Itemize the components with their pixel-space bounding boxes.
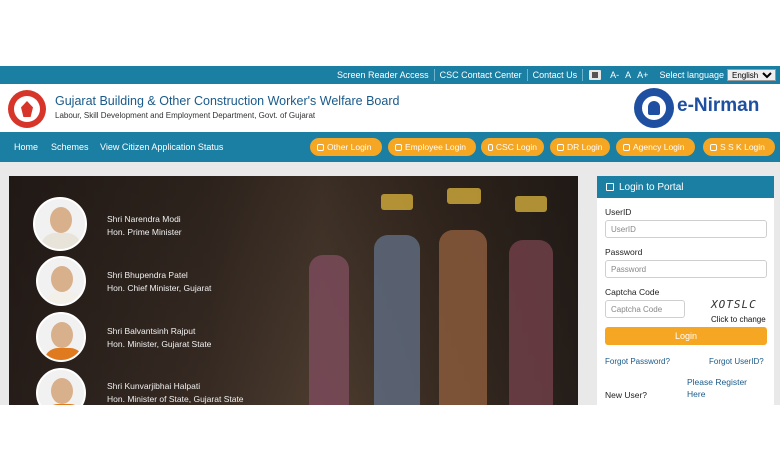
org-title: Gujarat Building & Other Construction Wo… [55, 94, 400, 108]
employee-login-button[interactable]: Employee Login [388, 138, 476, 156]
leader-name: Shri Balvantsinh Rajput [107, 326, 196, 336]
csc-contact-link[interactable]: CSC Contact Center [435, 69, 528, 81]
ssk-login-button[interactable]: S S K Login [703, 138, 775, 156]
leader-attire [41, 233, 81, 249]
leader-title: Hon. Minister, Gujarat State [107, 339, 212, 349]
leader-photo-avatar [36, 312, 86, 362]
sign-in-icon [606, 183, 614, 191]
agency-login-label: Agency Login [633, 142, 685, 152]
password-label: Password [605, 247, 643, 257]
leader-face [51, 378, 73, 404]
userid-input[interactable] [605, 220, 767, 238]
leader-face [50, 207, 72, 233]
userid-label: UserID [605, 207, 632, 217]
login-icon [623, 143, 630, 151]
head-load-pan [447, 188, 481, 204]
leader-attire [44, 292, 84, 304]
forgot-password-link[interactable]: Forgot Password? [605, 357, 670, 366]
leader-photo-avatar [36, 256, 86, 306]
captcha-input[interactable] [605, 300, 685, 318]
top-utility-bar: Screen Reader Access CSC Contact Center … [0, 66, 780, 84]
worker-figure [374, 235, 420, 405]
construction-workers-photo [9, 176, 578, 405]
login-icon [710, 143, 717, 151]
login-panel-header: Login to Portal [597, 176, 774, 198]
leader-photo-avatar [33, 197, 87, 251]
other-login-label: Other Login [327, 142, 372, 152]
worker-figure [309, 255, 349, 405]
language-select[interactable]: English [727, 69, 776, 81]
worker-figure [439, 230, 487, 405]
gear-worker-icon [634, 88, 674, 128]
screen-reader-link[interactable]: Screen Reader Access [332, 69, 435, 81]
login-icon [395, 143, 402, 151]
leader-title: Hon. Minister of State, Gujarat State [107, 394, 244, 404]
font-normal-button[interactable]: A [622, 70, 634, 80]
hero-banner: Shri Narendra Modi Hon. Prime Minister S… [9, 176, 578, 405]
org-subtitle: Labour, Skill Development and Employment… [55, 111, 316, 120]
board-seal-icon [8, 90, 46, 128]
font-increase-button[interactable]: A+ [634, 70, 651, 80]
site-header: Gujarat Building & Other Construction Wo… [0, 84, 780, 132]
login-heading: Login to Portal [619, 181, 684, 193]
other-login-button[interactable]: Other Login [310, 138, 382, 156]
dr-login-button[interactable]: DR Login [550, 138, 610, 156]
leader-name: Shri Bhupendra Patel [107, 270, 188, 280]
employee-login-label: Employee Login [405, 142, 466, 152]
leader-name: Shri Narendra Modi [107, 214, 181, 224]
agency-login-button[interactable]: Agency Login [616, 138, 695, 156]
csc-login-label: CSC Login [495, 142, 537, 152]
page: Screen Reader Access CSC Contact Center … [0, 0, 780, 470]
login-icon [557, 143, 564, 151]
worker-figure [509, 240, 553, 405]
ssk-login-label: S S K Login [720, 142, 765, 152]
login-panel: Login to Portal UserID Password Captcha … [597, 176, 774, 405]
sitemap-icon[interactable] [589, 70, 602, 80]
nav-application-status[interactable]: View Citizen Application Status [100, 142, 223, 152]
forgot-userid-link[interactable]: Forgot UserID? [709, 357, 764, 366]
nav-home[interactable]: Home [14, 142, 38, 152]
login-icon [488, 143, 493, 151]
captcha-refresh-link[interactable]: Click to change [711, 315, 766, 324]
password-input[interactable] [605, 260, 767, 278]
leader-title: Hon. Chief Minister, Gujarat [107, 283, 212, 293]
leader-face [51, 266, 73, 292]
head-load-pan [515, 196, 547, 212]
head-load-pan [381, 194, 413, 210]
nav-schemes[interactable]: Schemes [51, 142, 89, 152]
login-submit-button[interactable]: Login [605, 327, 767, 345]
register-link[interactable]: Please Register Here [687, 376, 767, 400]
font-decrease-button[interactable]: A- [607, 70, 622, 80]
leader-name: Shri Kunvarjibhai Halpati [107, 381, 201, 391]
captcha-image[interactable]: XOTSLC [711, 298, 757, 311]
captcha-label: Captcha Code [605, 287, 660, 297]
contact-us-link[interactable]: Contact Us [528, 69, 584, 81]
brand-logo-text: e-Nirman [677, 95, 760, 116]
leader-title: Hon. Prime Minister [107, 227, 182, 237]
leader-attire [44, 348, 84, 360]
language-label: Select language [659, 70, 724, 80]
dr-login-label: DR Login [567, 142, 603, 152]
leader-attire [44, 404, 84, 405]
leader-face [51, 322, 73, 348]
csc-login-button[interactable]: CSC Login [481, 138, 544, 156]
login-icon [317, 143, 324, 151]
main-nav: Home Schemes View Citizen Application St… [0, 132, 780, 162]
new-user-label: New User? [605, 390, 648, 400]
